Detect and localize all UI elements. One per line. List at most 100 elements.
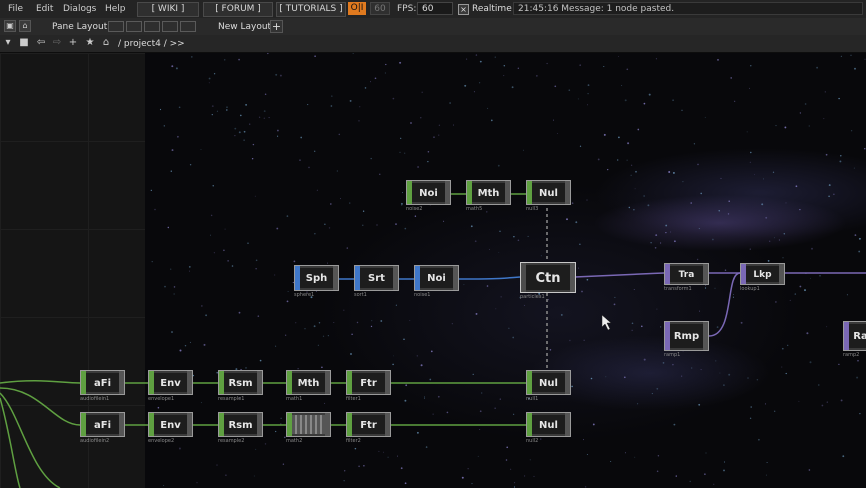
node-noise2[interactable]: Noi noise2 xyxy=(406,180,451,212)
node-label: Mth xyxy=(292,373,325,392)
node-name: noise1 xyxy=(414,292,431,298)
menu-dialogs[interactable]: Dialogs xyxy=(63,4,96,14)
forward-arrow-icon[interactable]: ⇨ xyxy=(51,37,63,49)
node-label: Rmp xyxy=(670,324,703,348)
node-name: math2 xyxy=(286,438,303,444)
node-name: ramp2 xyxy=(843,352,860,358)
node-noise1[interactable]: Noi noise1 xyxy=(414,265,459,298)
new-layout-label: New Layout xyxy=(218,22,272,32)
status-message: 21:45:16 Message: 1 node pasted. xyxy=(513,2,863,15)
node-math5[interactable]: Mth math5 xyxy=(466,180,511,212)
realtime-label: Realtime xyxy=(472,4,512,14)
add-layout-button[interactable]: + xyxy=(270,20,283,33)
layout-split-horizontal-icon[interactable] xyxy=(144,21,160,32)
chevron-down-icon[interactable]: ▾ xyxy=(2,37,14,49)
node-viewer-graph xyxy=(292,415,325,434)
node-null3[interactable]: Nul null3 xyxy=(526,180,571,212)
wire xyxy=(0,380,81,384)
node-label: Env xyxy=(154,373,187,392)
fps-label: FPS: xyxy=(397,4,417,14)
node-name: math1 xyxy=(286,396,303,402)
menu-edit[interactable]: Edit xyxy=(36,4,53,14)
menu-help[interactable]: Help xyxy=(105,4,126,14)
pane-image-icon[interactable]: ▣ xyxy=(4,20,16,32)
forum-link[interactable]: [ FORUM ] xyxy=(203,2,273,17)
perform-toggle[interactable]: O|I xyxy=(348,2,366,15)
node-name: sphere1 xyxy=(294,292,315,298)
layout-split-vertical-icon[interactable] xyxy=(126,21,142,32)
node-filter1[interactable]: Ftr filter1 xyxy=(346,370,391,403)
menu-bar: File Edit Dialogs Help [ WIKI ] [ FORUM … xyxy=(0,0,866,19)
realtime-checkbox[interactable]: × xyxy=(458,4,469,15)
wire xyxy=(0,397,21,488)
layout-single-icon[interactable] xyxy=(108,21,124,32)
node-particles1[interactable]: Ctn particles1 xyxy=(520,262,576,302)
menu-file[interactable]: File xyxy=(8,4,23,14)
node-name: lookup1 xyxy=(740,286,760,292)
pane-layout-bar: ▣ ⌂ Pane Layout New Layout + xyxy=(0,18,866,36)
node-label: Ctn xyxy=(526,265,570,290)
node-label: Rsm xyxy=(224,415,257,434)
pane-layout-label: Pane Layout xyxy=(52,22,108,32)
node-label: Nul xyxy=(532,373,565,392)
node-envelope2[interactable]: Env envelope2 xyxy=(148,412,193,445)
node-math1[interactable]: Mth math1 xyxy=(286,370,331,403)
pane-network-icon[interactable]: ⌂ xyxy=(19,20,31,32)
wire xyxy=(0,392,61,488)
node-name: filter1 xyxy=(346,396,361,402)
add-icon[interactable]: + xyxy=(67,37,79,49)
node-resample2[interactable]: Rsm resample2 xyxy=(218,412,263,445)
node-name: null1 xyxy=(526,396,539,402)
cook-rate-button[interactable]: 60 xyxy=(370,2,390,15)
node-label: Noi xyxy=(412,183,445,202)
node-name: null3 xyxy=(526,206,539,212)
node-sphere1[interactable]: Sph sphere1 xyxy=(294,265,339,298)
star-icon[interactable]: ★ xyxy=(84,37,96,49)
node-label: Ra xyxy=(849,324,866,348)
node-audiofilein1[interactable]: aFi audiofilein1 xyxy=(80,370,125,403)
node-ramp2[interactable]: Ra ramp2 xyxy=(843,321,866,359)
node-ramp1[interactable]: Rmp ramp1 xyxy=(664,321,709,359)
node-sort1[interactable]: Srt sort1 xyxy=(354,265,399,298)
node-label: Tra xyxy=(670,266,703,282)
node-label: Env xyxy=(154,415,187,434)
home-icon[interactable]: ⌂ xyxy=(100,37,112,49)
node-null2[interactable]: Nul null2 xyxy=(526,412,571,445)
layout-three-icon[interactable] xyxy=(162,21,178,32)
network-path[interactable]: / project4 / >> xyxy=(118,39,185,49)
path-bar: ▾ ■ ⇦ ⇨ + ★ ⌂ / project4 / >> xyxy=(0,35,866,53)
fps-field[interactable]: 60 xyxy=(417,2,453,15)
node-name: sort1 xyxy=(354,292,367,298)
stop-icon[interactable]: ■ xyxy=(18,37,30,49)
node-name: noise2 xyxy=(406,206,423,212)
node-label: Ftr xyxy=(352,415,385,434)
node-name: audiofilein1 xyxy=(80,396,110,402)
node-name: transform1 xyxy=(664,286,692,292)
node-transform1[interactable]: Tra transform1 xyxy=(664,263,709,293)
node-label: aFi xyxy=(86,415,119,434)
node-label: aFi xyxy=(86,373,119,392)
node-label: Noi xyxy=(420,268,453,288)
layout-four-icon[interactable] xyxy=(180,21,196,32)
node-label: Ftr xyxy=(352,373,385,392)
node-name: resample2 xyxy=(218,438,245,444)
wire xyxy=(708,272,741,337)
node-name: envelope2 xyxy=(148,438,175,444)
node-resample1[interactable]: Rsm resample1 xyxy=(218,370,263,403)
node-envelope1[interactable]: Env envelope1 xyxy=(148,370,193,403)
node-audiofilein2[interactable]: aFi audiofilein2 xyxy=(80,412,125,445)
network-editor[interactable]: Noi noise2 Mth math5 Nul null3 Sph spher… xyxy=(0,53,866,488)
node-name: resample1 xyxy=(218,396,245,402)
tutorials-link[interactable]: [ TUTORIALS ] xyxy=(276,2,346,17)
node-null1[interactable]: Nul null1 xyxy=(526,370,571,403)
node-lookup1[interactable]: Lkp lookup1 xyxy=(740,263,785,293)
node-math2[interactable]: math2 xyxy=(286,412,331,445)
wiki-link[interactable]: [ WIKI ] xyxy=(137,2,199,17)
back-arrow-icon[interactable]: ⇦ xyxy=(35,37,47,49)
node-name: null2 xyxy=(526,438,539,444)
node-name: ramp1 xyxy=(664,352,681,358)
node-filter2[interactable]: Ftr filter2 xyxy=(346,412,391,445)
node-label: Srt xyxy=(360,268,393,288)
node-label: Sph xyxy=(300,268,333,288)
wire xyxy=(574,272,665,278)
